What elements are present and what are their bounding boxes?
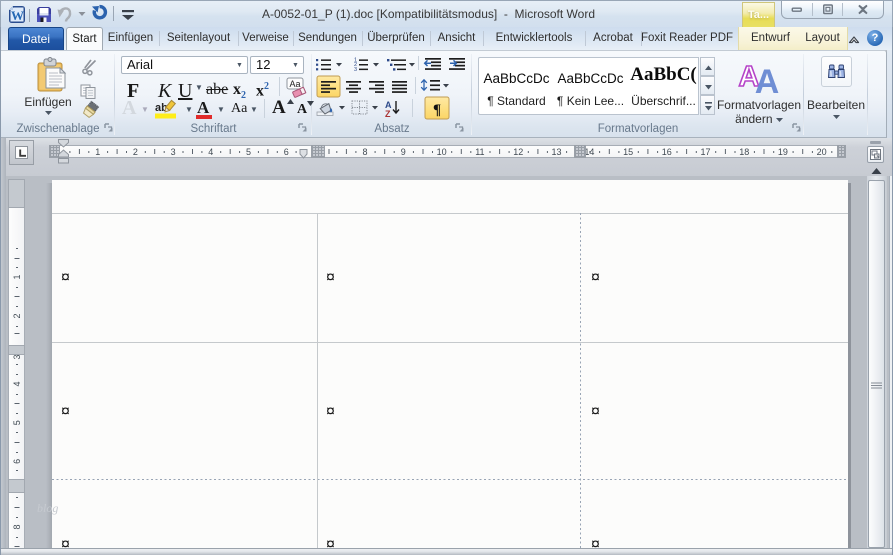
svg-text:9: 9 [401, 147, 406, 157]
svg-text:17: 17 [700, 147, 710, 157]
svg-text:10: 10 [437, 147, 447, 157]
svg-text:11: 11 [475, 147, 484, 157]
svg-text:1: 1 [12, 274, 22, 279]
svg-text:3: 3 [12, 354, 22, 359]
svg-text:2: 2 [133, 147, 138, 157]
svg-text:3: 3 [354, 67, 357, 73]
svg-text:5: 5 [12, 420, 22, 425]
svg-text:18: 18 [739, 147, 749, 157]
svg-text:15: 15 [623, 147, 633, 157]
svg-text:2: 2 [12, 313, 22, 318]
svg-text:3: 3 [171, 147, 176, 157]
svg-text:12: 12 [513, 147, 523, 157]
svg-text:8: 8 [362, 147, 367, 157]
svg-text:6: 6 [12, 459, 22, 464]
svg-text:4: 4 [208, 147, 213, 157]
svg-text:1: 1 [95, 147, 100, 157]
svg-text:6: 6 [284, 147, 289, 157]
svg-text:¶: ¶ [433, 102, 441, 118]
svg-text:16: 16 [662, 147, 672, 157]
svg-text:4: 4 [12, 381, 22, 386]
svg-text:Z: Z [385, 109, 391, 119]
svg-text:20: 20 [817, 147, 827, 157]
svg-text:19: 19 [778, 147, 788, 157]
svg-text:5: 5 [246, 147, 251, 157]
svg-text:A: A [755, 63, 780, 101]
svg-text:8: 8 [12, 524, 22, 529]
svg-text:Aa: Aa [289, 79, 300, 89]
svg-text:13: 13 [551, 147, 561, 157]
